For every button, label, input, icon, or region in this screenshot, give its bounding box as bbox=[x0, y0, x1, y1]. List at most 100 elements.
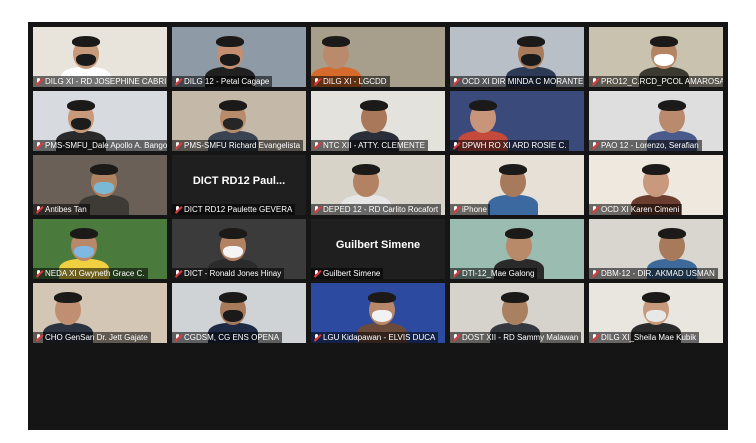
participant-tile[interactable]: DICT - Ronald Jones Hinay bbox=[172, 219, 306, 279]
participant-name-label: OCD XI Karen Cimeni bbox=[589, 204, 683, 215]
participant-hair bbox=[658, 228, 686, 239]
mic-muted-icon bbox=[592, 142, 598, 149]
participant-tile[interactable]: CGDSM, CG ENS OPENA bbox=[172, 283, 306, 343]
participant-name-label: DTI-12_Mae Galong bbox=[450, 268, 538, 279]
mic-muted-icon bbox=[314, 142, 320, 149]
participant-tile[interactable]: DOST XII - RD Sammy Malawan bbox=[450, 283, 584, 343]
participant-tile[interactable]: DPWH RO XI ARD ROSIE C. bbox=[450, 91, 584, 151]
participant-display-name: Guilbert Simene bbox=[335, 239, 421, 251]
participant-tile[interactable]: iPhone bbox=[450, 155, 584, 215]
face-mask bbox=[654, 54, 674, 66]
participant-hair bbox=[642, 292, 670, 303]
participant-tile[interactable]: NEDA XI Gwyneth Grace C. bbox=[33, 219, 167, 279]
mic-muted-icon bbox=[592, 206, 598, 213]
participant-name-label: DBM-12 - DIR. AKMAD USMAN bbox=[589, 268, 718, 279]
participant-hair bbox=[360, 100, 388, 111]
participant-name: PMS-SMFU Richard Evangelista bbox=[184, 141, 301, 150]
face-mask bbox=[71, 118, 91, 130]
mic-muted-icon bbox=[175, 142, 181, 149]
participant-tile[interactable]: DEPED 12 - RD Carlito Rocafort bbox=[311, 155, 445, 215]
participant-hair bbox=[368, 292, 396, 303]
mic-muted-icon bbox=[175, 206, 181, 213]
participant-name-label: DEPED 12 - RD Carlito Rocafort bbox=[311, 204, 442, 215]
participant-tile[interactable]: PAO 12 - Lorenzo, Serafian bbox=[589, 91, 723, 151]
participant-name-label: PMS-SMFU Richard Evangelista bbox=[172, 140, 304, 151]
mic-muted-icon bbox=[175, 270, 181, 277]
participant-tile[interactable]: DICT RD12 Paul... DICT RD12 Paulette GEVE… bbox=[172, 155, 306, 215]
video-conference-window: DILG XI - RD JOSEPHINE CABRIDO DILG 12 - … bbox=[28, 22, 728, 430]
face-mask bbox=[74, 246, 94, 258]
participant-name-label: Guilbert Simene bbox=[311, 268, 384, 279]
participant-tile[interactable]: CHO GenSan Dr. Jett Gajate bbox=[33, 283, 167, 343]
participant-tile[interactable]: PRO12_C.RCD_PCOL AMAROSA bbox=[589, 27, 723, 87]
participant-tile[interactable]: LGU Kidapawan - ELVIS DUCA bbox=[311, 283, 445, 343]
participant-tile[interactable]: DILG XI - RD JOSEPHINE CABRIDO bbox=[33, 27, 167, 87]
participant-tile[interactable]: Guilbert Simene Guilbert Simene bbox=[311, 219, 445, 279]
participant-hair bbox=[642, 164, 670, 175]
participant-name-label: DICT RD12 Paulette GEVERA bbox=[172, 204, 296, 215]
mic-muted-icon bbox=[592, 78, 598, 85]
participant-name-label: Antibes Tan bbox=[33, 204, 90, 215]
participant-name: DTI-12_Mae Galong bbox=[462, 269, 535, 278]
participant-name: PMS-SMFU_Dale Apollo A. Bangoy bbox=[45, 141, 167, 150]
mic-muted-icon bbox=[453, 334, 459, 341]
participant-tile[interactable]: DILG XI_Sheila Mae Kubik bbox=[589, 283, 723, 343]
face-mask bbox=[372, 310, 392, 322]
participant-tile[interactable]: PMS-SMFU_Dale Apollo A. Bangoy bbox=[33, 91, 167, 151]
participant-name: PRO12_C.RCD_PCOL AMAROSA bbox=[601, 77, 723, 86]
mic-muted-icon bbox=[453, 142, 459, 149]
participant-name: DEPED 12 - RD Carlito Rocafort bbox=[323, 205, 439, 214]
participant-hair bbox=[219, 228, 247, 239]
participant-hair bbox=[90, 164, 118, 175]
participant-hair bbox=[219, 292, 247, 303]
participant-name: NEDA XI Gwyneth Grace C. bbox=[45, 269, 145, 278]
mic-muted-icon bbox=[175, 334, 181, 341]
participant-tile[interactable]: OCD XI Karen Cimeni bbox=[589, 155, 723, 215]
participant-hair bbox=[219, 100, 247, 111]
mic-muted-icon bbox=[36, 206, 42, 213]
face-mask bbox=[223, 310, 243, 322]
participant-name: Antibes Tan bbox=[45, 205, 87, 214]
participant-tile[interactable]: PMS-SMFU Richard Evangelista bbox=[172, 91, 306, 151]
participant-hair bbox=[322, 36, 350, 47]
participant-name-label: NTC XII - ATTY. CLEMENTE bbox=[311, 140, 428, 151]
participant-hair bbox=[469, 100, 497, 111]
participant-name: NTC XII - ATTY. CLEMENTE bbox=[323, 141, 425, 150]
participant-tile[interactable]: OCD XI DIR MINDA C MORANTE bbox=[450, 27, 584, 87]
participant-hair bbox=[517, 36, 545, 47]
participant-name-label: PAO 12 - Lorenzo, Serafian bbox=[589, 140, 702, 151]
mic-muted-icon bbox=[314, 270, 320, 277]
participant-name-label: DPWH RO XI ARD ROSIE C. bbox=[450, 140, 570, 151]
participant-name-label: DILG XI - LGCDD bbox=[311, 76, 390, 87]
participant-hair bbox=[72, 36, 100, 47]
participant-tile[interactable]: DTI-12_Mae Galong bbox=[450, 219, 584, 279]
participant-name-label: NEDA XI Gwyneth Grace C. bbox=[33, 268, 148, 279]
participant-name: DILG XI - LGCDD bbox=[323, 77, 387, 86]
participant-name-label: PMS-SMFU_Dale Apollo A. Bangoy bbox=[33, 140, 167, 151]
participant-tile[interactable]: NTC XII - ATTY. CLEMENTE bbox=[311, 91, 445, 151]
participant-video-person bbox=[488, 195, 538, 215]
participant-name-label: OCD XI DIR MINDA C MORANTE bbox=[450, 76, 584, 87]
mic-muted-icon bbox=[314, 206, 320, 213]
participant-tile[interactable]: DILG XI - LGCDD bbox=[311, 27, 445, 87]
participant-name: DPWH RO XI ARD ROSIE C. bbox=[462, 141, 567, 150]
participant-name: DILG 12 - Petal Cagape bbox=[184, 77, 270, 86]
participant-hair bbox=[352, 164, 380, 175]
mic-muted-icon bbox=[453, 270, 459, 277]
participant-tile[interactable]: DILG 12 - Petal Cagape bbox=[172, 27, 306, 87]
participant-name-label: PRO12_C.RCD_PCOL AMAROSA bbox=[589, 76, 723, 87]
participant-tile[interactable]: DBM-12 - DIR. AKMAD USMAN bbox=[589, 219, 723, 279]
participant-name: DILG XI_Sheila Mae Kubik bbox=[601, 333, 697, 342]
participant-hair bbox=[658, 100, 686, 111]
face-mask bbox=[94, 182, 114, 194]
mic-muted-icon bbox=[453, 78, 459, 85]
participant-name: DICT - Ronald Jones Hinay bbox=[184, 269, 282, 278]
participant-name-label: DILG XI_Sheila Mae Kubik bbox=[589, 332, 700, 343]
participant-tile[interactable]: Antibes Tan bbox=[33, 155, 167, 215]
mic-muted-icon bbox=[175, 78, 181, 85]
participant-hair bbox=[216, 36, 244, 47]
participant-hair bbox=[505, 228, 533, 239]
participant-name-label: CHO GenSan Dr. Jett Gajate bbox=[33, 332, 151, 343]
face-mask bbox=[646, 310, 666, 322]
participant-hair bbox=[650, 36, 678, 47]
